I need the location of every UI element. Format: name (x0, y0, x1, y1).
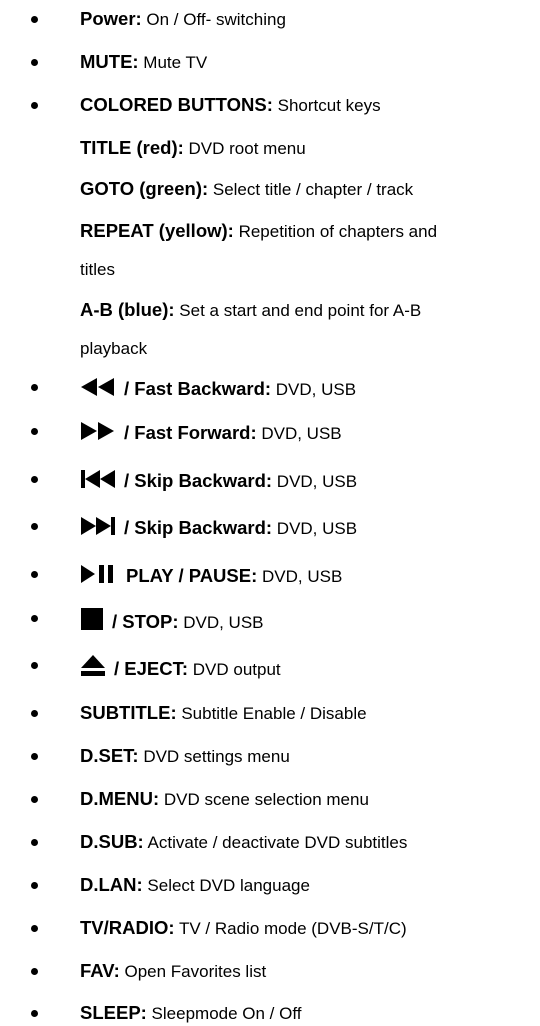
bullet (31, 615, 38, 622)
item-desc: On / Off- switching (141, 10, 286, 29)
bullet (31, 839, 38, 846)
item-term: SUBTITLE: (80, 702, 177, 723)
bullet (31, 384, 38, 391)
bullet (31, 882, 38, 889)
item-desc: DVD, USB (178, 613, 264, 632)
item-desc: Subtitle Enable / Disable (176, 704, 367, 723)
item-desc: Open Favorites list (119, 962, 267, 981)
item-desc: Select title / chapter / track (208, 180, 414, 199)
bullet (31, 710, 38, 717)
bullet (31, 16, 38, 23)
item-desc: DVD, USB (256, 424, 342, 443)
item-term: D.LAN: (80, 874, 143, 895)
item-desc: Select DVD language (142, 876, 310, 895)
item-term: PLAY / PAUSE: (126, 565, 258, 586)
fast-forward-icon (80, 421, 116, 441)
stop-icon (80, 608, 104, 630)
skip-forward-icon (80, 516, 116, 536)
item-term: A-B (blue): (80, 299, 175, 320)
play-pause-icon (80, 564, 118, 584)
skip-backward-icon (80, 469, 116, 489)
item-desc: DVD, USB (271, 380, 357, 399)
item-term: / Skip Backward: (124, 470, 273, 491)
item-desc: TV / Radio mode (DVB-S/T/C) (174, 919, 407, 938)
item-desc: DVD, USB (257, 567, 343, 586)
item-desc: Sleepmode On / Off (146, 1004, 302, 1023)
item-term: / Fast Forward: (124, 422, 257, 443)
item-term: MUTE: (80, 51, 139, 72)
bullet (31, 476, 38, 483)
item-desc: Set a start and end point for A-B (174, 301, 422, 320)
fast-backward-icon (80, 377, 116, 397)
item-term: D.SET: (80, 745, 139, 766)
item-term: SLEEP: (80, 1002, 147, 1023)
item-term: TV/RADIO: (80, 917, 175, 938)
bullet (31, 1010, 38, 1017)
item-desc: DVD, USB (272, 472, 358, 491)
item-term: / EJECT: (114, 658, 189, 679)
item-term: / Fast Backward: (124, 378, 272, 399)
bullet (31, 59, 38, 66)
item-desc: Shortcut keys (272, 96, 381, 115)
item-desc: Activate / deactivate DVD subtitles (143, 833, 408, 852)
item-desc-continued: titles (80, 260, 115, 279)
item-desc: DVD root menu (183, 139, 306, 158)
bullet (31, 523, 38, 530)
bullet (31, 102, 38, 109)
item-desc: Mute TV (138, 53, 208, 72)
item-term: / STOP: (112, 611, 179, 632)
item-term: TITLE (red): (80, 137, 184, 158)
bullet (31, 925, 38, 932)
item-term: REPEAT (yellow): (80, 220, 234, 241)
item-desc: DVD scene selection menu (159, 790, 369, 809)
bullet (31, 968, 38, 975)
item-term: COLORED BUTTONS: (80, 94, 273, 115)
item-desc: Repetition of chapters and (233, 222, 438, 241)
item-term: / Skip Backward: (124, 517, 273, 538)
bullet (31, 753, 38, 760)
bullet (31, 662, 38, 669)
bullet (31, 571, 38, 578)
item-desc: DVD output (188, 660, 281, 679)
item-term: D.SUB: (80, 831, 144, 852)
eject-icon (80, 655, 106, 677)
item-term: D.MENU: (80, 788, 160, 809)
item-term: Power: (80, 8, 142, 29)
item-desc: DVD, USB (272, 519, 358, 538)
item-term: GOTO (green): (80, 178, 209, 199)
bullet (31, 796, 38, 803)
bullet (31, 428, 38, 435)
item-term: FAV: (80, 960, 120, 981)
item-desc: DVD settings menu (138, 747, 290, 766)
item-desc-continued: playback (80, 339, 148, 358)
